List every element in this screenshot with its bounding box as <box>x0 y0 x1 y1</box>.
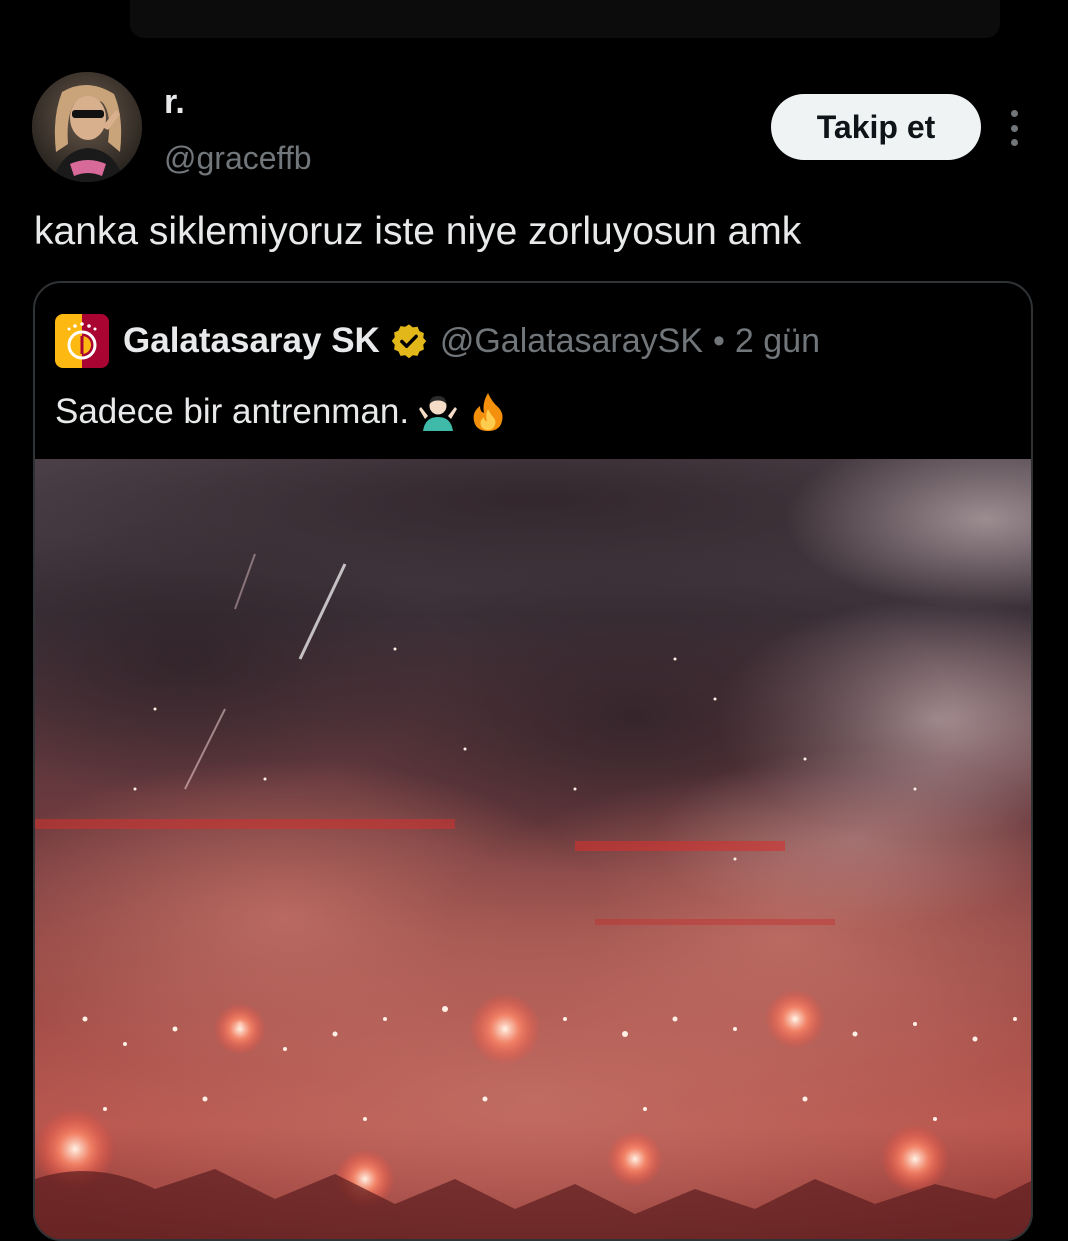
verified-gold-badge-icon <box>391 324 427 359</box>
more-dot <box>1010 124 1018 132</box>
top-strip <box>130 0 1000 38</box>
user-avatar-photo <box>32 72 142 182</box>
quoted-timestamp[interactable]: 2 gün <box>735 322 820 361</box>
quoted-tweet-media[interactable] <box>35 459 1031 1239</box>
meta-separator: • <box>713 321 725 360</box>
galatasaray-logo-icon[interactable] <box>55 314 109 368</box>
quoted-tweet-text: Sadece bir antrenman. <box>55 387 509 437</box>
author-display-name[interactable]: r. <box>164 82 185 122</box>
quoted-tweet-header: Galatasaray SK @GalatasaraySK • 2 gün <box>55 313 820 369</box>
more-dot <box>1010 110 1018 117</box>
tweet-text: kanka siklemiyoruz iste niye zorluyosun … <box>34 210 802 253</box>
quoted-tweet-card[interactable]: Galatasaray SK @GalatasaraySK • 2 gün Sa… <box>33 281 1033 1241</box>
quoted-text-content: Sadece bir antrenman. <box>55 392 410 431</box>
author-handle[interactable]: @graceffb <box>164 138 312 178</box>
more-dot <box>1010 139 1018 146</box>
stadium-flares-photo <box>35 459 1031 1239</box>
person-shrugging-emoji <box>419 396 458 431</box>
galatasaray-crest-icon <box>55 314 109 368</box>
more-vertical-icon[interactable] <box>996 106 1032 150</box>
quoted-author-handle[interactable]: @GalatasaraySK <box>440 322 703 361</box>
quoted-author-name[interactable]: Galatasaray SK <box>123 321 380 361</box>
author-avatar[interactable] <box>32 72 142 182</box>
fire-emoji <box>473 393 503 431</box>
follow-button[interactable]: Takip et <box>771 94 981 160</box>
